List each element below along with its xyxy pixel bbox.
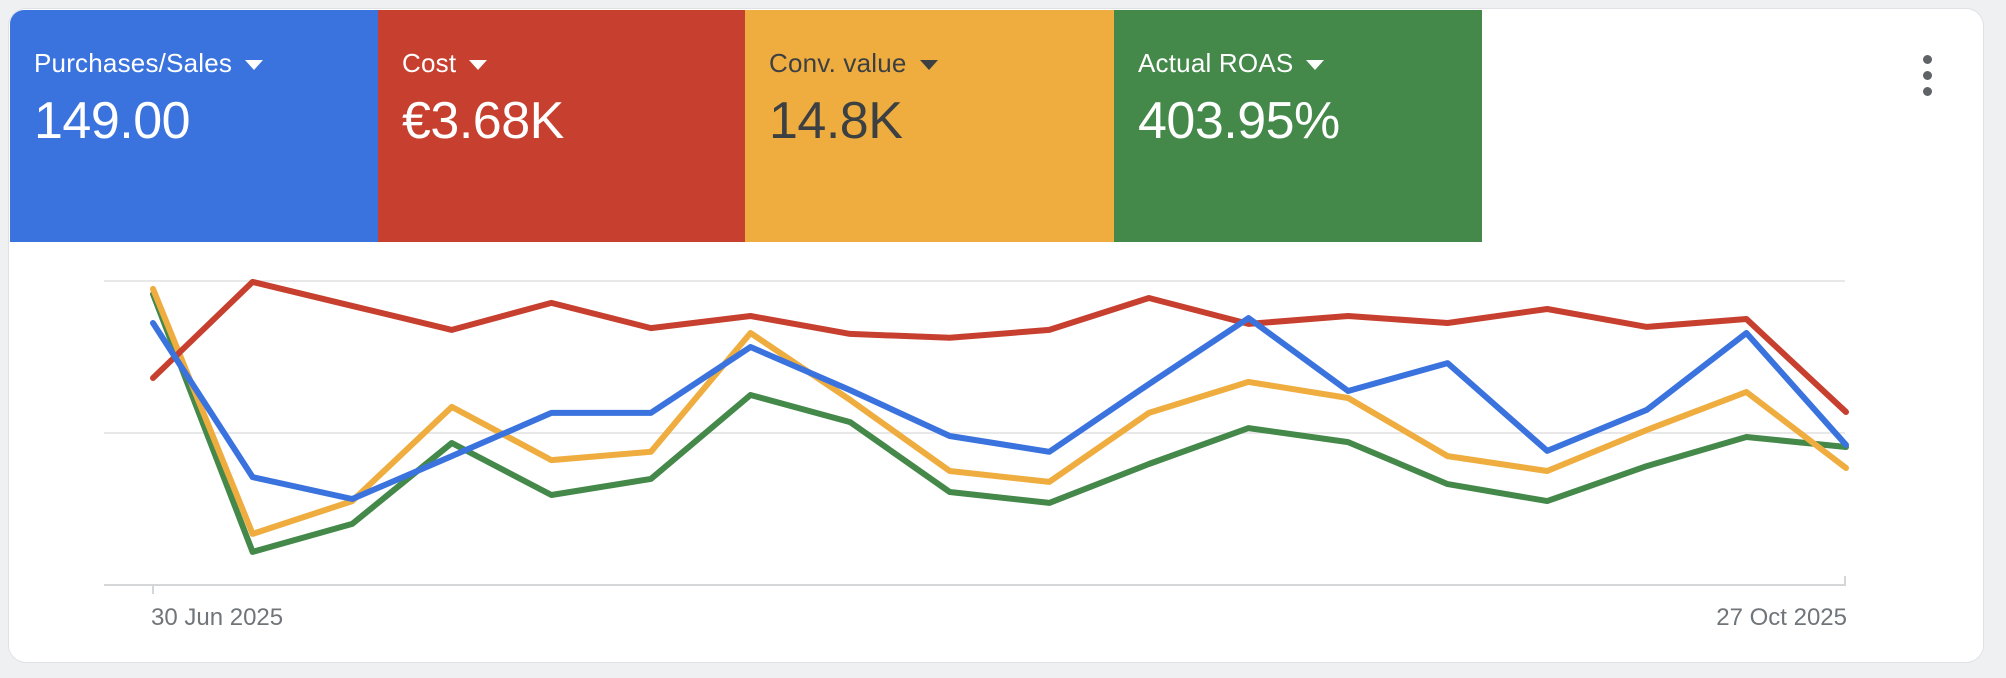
scorecard-conv-value[interactable]: Conv. value 14.8K [745, 10, 1114, 242]
more-options-button[interactable] [1901, 44, 1953, 106]
metric-selector-purchases-sales[interactable]: Purchases/Sales [34, 48, 358, 78]
metric-value: 149.00 [34, 91, 358, 151]
chevron-down-icon [245, 60, 263, 70]
metric-label: Conv. value [769, 48, 907, 78]
kebab-menu-icon [1923, 71, 1932, 80]
metric-label: Purchases/Sales [34, 48, 232, 78]
metric-selector-actual-roas[interactable]: Actual ROAS [1138, 48, 1462, 78]
scorecard-cost[interactable]: Cost €3.68K [378, 10, 745, 242]
metric-label: Cost [402, 48, 456, 78]
metric-value: 14.8K [769, 91, 1094, 151]
metric-selector-cost[interactable]: Cost [402, 48, 725, 78]
chevron-down-icon [469, 60, 487, 70]
series-line-purchases-sales [153, 318, 1846, 499]
x-axis-end-date: 27 Oct 2025 [1716, 603, 1847, 633]
kebab-menu-icon [1923, 55, 1932, 64]
metric-value: 403.95% [1138, 91, 1462, 151]
series-line-cost [153, 282, 1846, 412]
x-axis-start-date: 30 Jun 2025 [151, 603, 283, 633]
chart-series-lines [153, 282, 1846, 552]
kebab-menu-icon [1923, 87, 1932, 96]
metric-value: €3.68K [402, 91, 725, 151]
metric-scorecards: Purchases/Sales 149.00 Cost €3.68K Conv.… [10, 10, 1482, 242]
metric-selector-conv-value[interactable]: Conv. value [769, 48, 1094, 78]
metric-label: Actual ROAS [1138, 48, 1293, 78]
scorecard-actual-roas[interactable]: Actual ROAS 403.95% [1114, 10, 1482, 242]
chevron-down-icon [1306, 60, 1324, 70]
scorecard-purchases-sales[interactable]: Purchases/Sales 149.00 [10, 10, 378, 242]
ads-overview-page: Purchases/Sales 149.00 Cost €3.68K Conv.… [0, 0, 2006, 678]
chevron-down-icon [920, 60, 938, 70]
